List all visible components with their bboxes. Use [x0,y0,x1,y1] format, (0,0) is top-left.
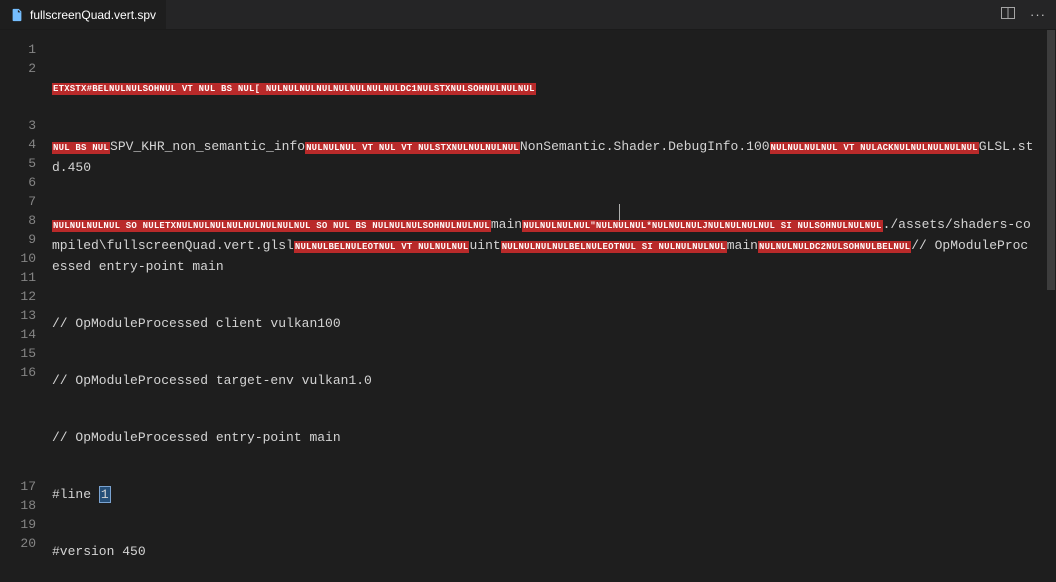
vertical-scrollbar[interactable] [1046,30,1056,582]
code-line: #version 450 [52,542,1036,561]
code-line: // OpModuleProcessed client vulkan100 [52,314,1036,333]
scrollbar-thumb[interactable] [1047,30,1055,290]
selection: 1 [99,486,111,503]
line-number-gutter: 1 2 3 4 5 6 7 8 9 10 11 12 13 14 15 16 1… [0,30,52,582]
editor-tab[interactable]: fullscreenQuad.vert.spv [0,0,166,29]
split-editor-icon[interactable] [1000,5,1016,25]
more-actions-icon[interactable]: ··· [1030,7,1046,22]
code-area[interactable]: ETXSTX#BELNULNULSOHNUL VT NUL BS NUL[ NU… [52,30,1056,582]
tab-filename: fullscreenQuad.vert.spv [30,8,156,22]
binary-run: ETXSTX#BELNULNULSOHNUL VT NUL BS NUL[ NU… [52,83,536,95]
file-icon [10,8,24,22]
code-line: // OpModuleProcessed entry-point main [52,428,1036,447]
code-line: // OpModuleProcessed target-env vulkan1.… [52,371,1036,390]
text-cursor [619,204,620,221]
